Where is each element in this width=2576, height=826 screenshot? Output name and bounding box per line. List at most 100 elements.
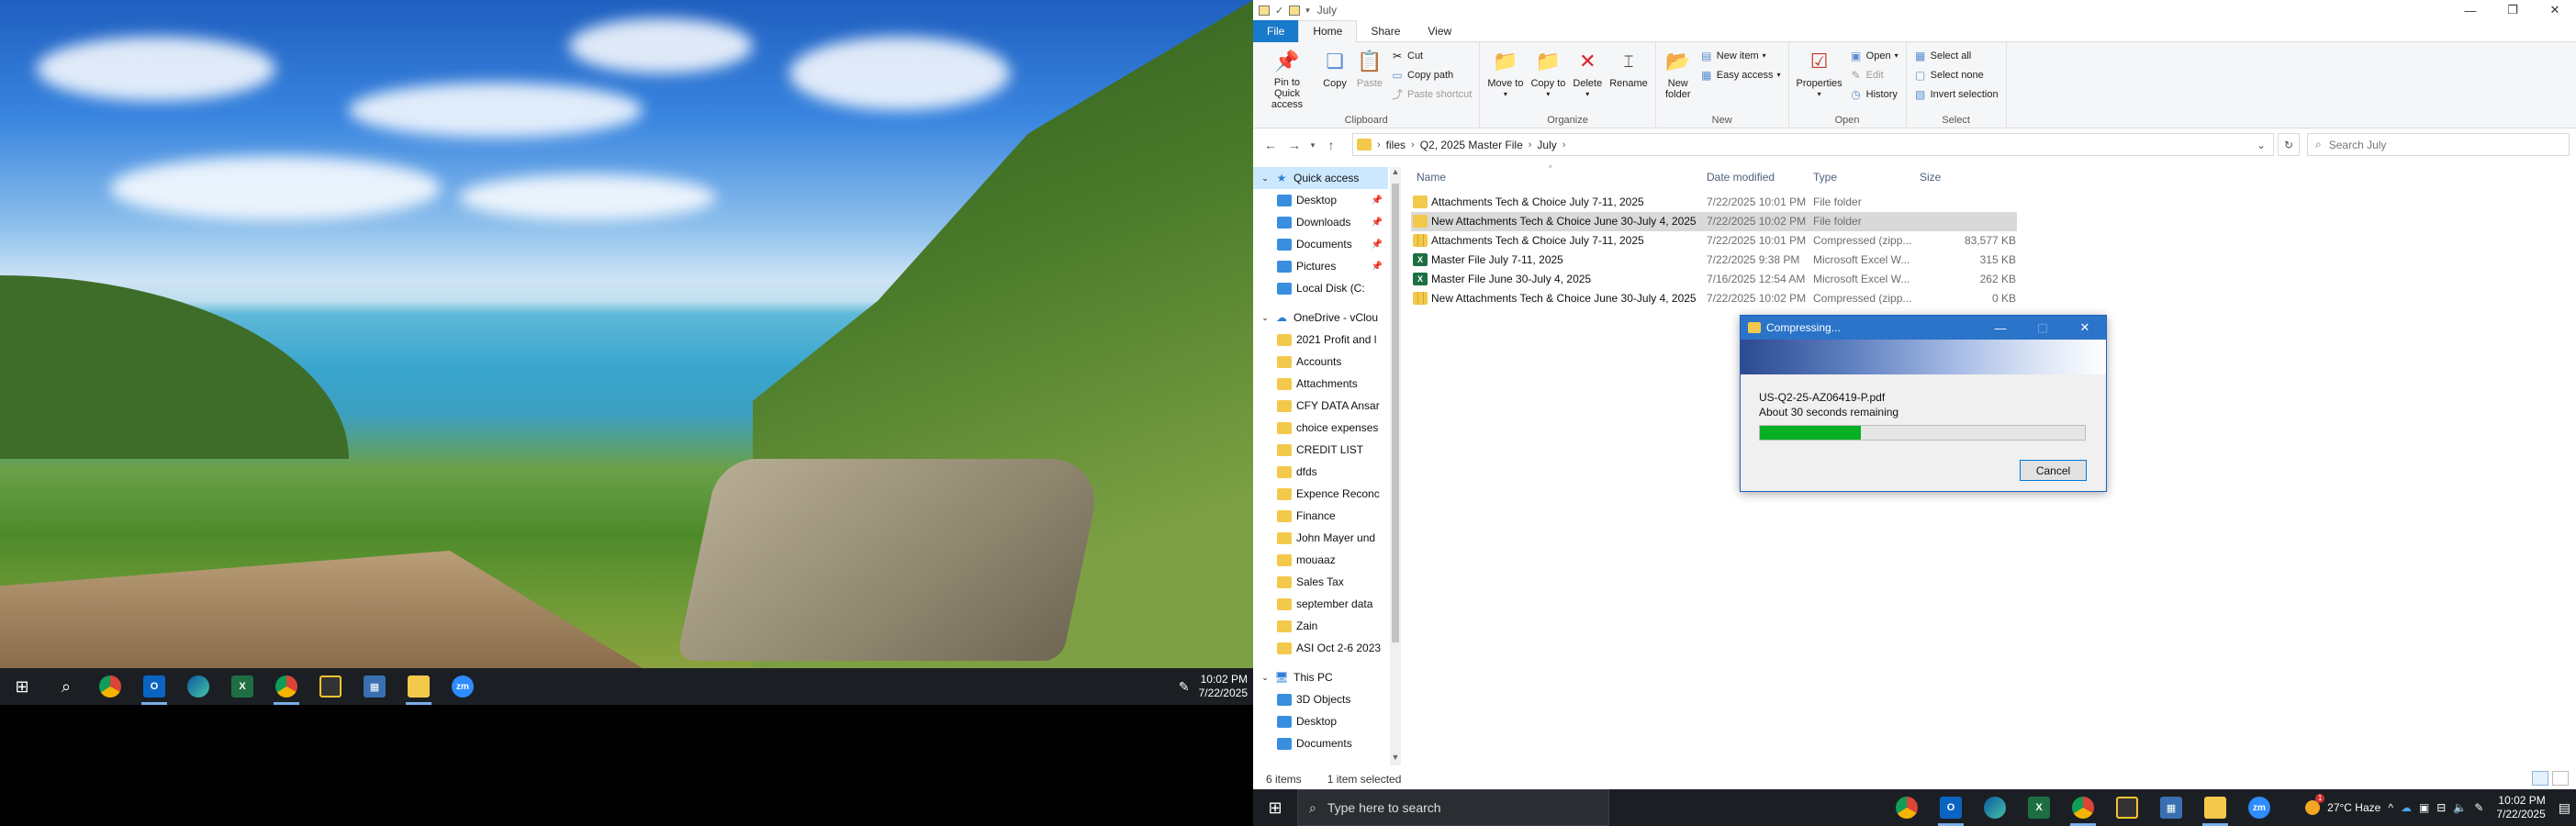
- nav-quick-access[interactable]: ⌄ ★ Quick access: [1253, 167, 1388, 189]
- file-explorer-taskbar-button[interactable]: [2193, 789, 2237, 826]
- left-clock[interactable]: 10:02 PM 7/22/2025: [1199, 673, 1248, 700]
- easy-access-button[interactable]: ▦ Easy access ▾: [1700, 67, 1780, 83]
- edit-button[interactable]: ✎ Edit: [1850, 67, 1898, 83]
- copy-path-button[interactable]: ▭ Copy path: [1391, 67, 1472, 83]
- column-size[interactable]: Size: [1920, 171, 1941, 184]
- nav-onedrive-item-0[interactable]: 2021 Profit and l: [1253, 329, 1388, 351]
- cut-button[interactable]: ✂ Cut: [1391, 48, 1472, 63]
- start-button[interactable]: ⊞: [1253, 789, 1297, 826]
- maximize-button[interactable]: ❐: [2492, 0, 2534, 20]
- nav-quick-item-4[interactable]: Local Disk (C:: [1253, 277, 1388, 299]
- back-button[interactable]: ←: [1259, 132, 1282, 158]
- taskbar-search-box[interactable]: ⌕ Type here to search: [1297, 789, 1609, 826]
- breadcrumb-master-file[interactable]: Q2, 2025 Master File: [1420, 139, 1523, 151]
- column-name[interactable]: Name: [1417, 171, 1446, 184]
- meet-now-icon[interactable]: ▣: [2419, 801, 2429, 814]
- nav-onedrive-item-14[interactable]: ASI Oct 2-6 2023: [1253, 637, 1388, 659]
- right-clock[interactable]: 10:02 PM 7/22/2025: [2496, 794, 2545, 821]
- tab-view[interactable]: View: [1414, 20, 1465, 42]
- properties-button[interactable]: ☑ Properties ▾: [1793, 46, 1846, 112]
- nav-onedrive-item-9[interactable]: John Mayer und: [1253, 527, 1388, 549]
- move-to-button[interactable]: 📁 Move to ▾: [1484, 46, 1527, 112]
- nav-this-pc[interactable]: ⌄ 🖥 This PC: [1253, 666, 1388, 688]
- nav-onedrive-item-2[interactable]: Attachments: [1253, 373, 1388, 395]
- minimize-button[interactable]: —: [2449, 0, 2492, 20]
- nav-onedrive-item-13[interactable]: Zain: [1253, 615, 1388, 637]
- tab-share[interactable]: Share: [1357, 20, 1414, 42]
- nav-onedrive-item-3[interactable]: CFY DATA Ansar: [1253, 395, 1388, 417]
- up-button[interactable]: ↑: [1319, 132, 1343, 158]
- weather-text[interactable]: 27°C Haze: [2327, 801, 2380, 814]
- nav-onedrive-item-7[interactable]: Expence Reconc: [1253, 483, 1388, 505]
- paste-button[interactable]: 📋 Paste: [1352, 46, 1387, 112]
- file-row[interactable]: X Master File July 7-11, 2025 7/22/2025 9:…: [1411, 251, 2576, 270]
- network-icon[interactable]: ⊟: [2436, 801, 2446, 814]
- new-item-button[interactable]: ▤ New item ▾: [1700, 48, 1781, 63]
- rename-button[interactable]: ⌶ Rename: [1606, 46, 1652, 112]
- zoom-taskbar-button[interactable]: zm: [441, 668, 485, 705]
- nav-onedrive-item-11[interactable]: Sales Tax: [1253, 571, 1388, 593]
- nav-quick-item-1[interactable]: Downloads 📌: [1253, 211, 1388, 233]
- edge-taskbar-button[interactable]: [1973, 789, 2017, 826]
- forward-button[interactable]: →: [1282, 132, 1306, 158]
- dialog-close-button[interactable]: ✕: [2064, 316, 2106, 340]
- tab-file[interactable]: File: [1253, 19, 1299, 42]
- invert-selection-button[interactable]: ▧ Invert selection: [1914, 86, 1999, 102]
- properties-qa-icon[interactable]: ✓: [1275, 5, 1283, 17]
- chrome-taskbar-button[interactable]: [1885, 789, 1929, 826]
- select-none-button[interactable]: ▢ Select none: [1914, 67, 1999, 83]
- chrome-profile-taskbar-button[interactable]: [264, 668, 308, 705]
- open-button[interactable]: ▣ Open ▾: [1850, 48, 1898, 63]
- tab-home[interactable]: Home: [1298, 19, 1358, 42]
- nav-onedrive-item-8[interactable]: Finance: [1253, 505, 1388, 527]
- start-button[interactable]: ⊞: [0, 668, 44, 705]
- sticky-notes-taskbar-button[interactable]: [2105, 789, 2149, 826]
- nav-quick-item-3[interactable]: Pictures 📌: [1253, 255, 1388, 277]
- weather-icon[interactable]: [2305, 794, 2325, 815]
- nav-onedrive-item-10[interactable]: mouaaz: [1253, 549, 1388, 571]
- sticky-notes-taskbar-button[interactable]: [308, 668, 353, 705]
- new-folder-qa-icon[interactable]: [1289, 5, 1301, 16]
- breadcrumb-july[interactable]: July: [1537, 139, 1556, 151]
- file-explorer-taskbar-button[interactable]: [397, 668, 441, 705]
- nav-pc-item-0[interactable]: 3D Objects: [1253, 688, 1388, 710]
- new-folder-button[interactable]: 📂 New folder: [1660, 46, 1697, 112]
- search-input[interactable]: ⌕ Search July: [2307, 133, 2570, 156]
- volume-icon[interactable]: 🔈: [2453, 801, 2467, 814]
- details-view-button[interactable]: [2532, 771, 2548, 786]
- refresh-button[interactable]: ↻: [2278, 133, 2300, 156]
- copy-button[interactable]: ❏ Copy: [1317, 46, 1352, 112]
- nav-pc-item-1[interactable]: Desktop: [1253, 710, 1388, 732]
- history-button[interactable]: ◷ History: [1850, 86, 1898, 102]
- nav-onedrive-item-6[interactable]: dfds: [1253, 461, 1388, 483]
- calculator-taskbar-button[interactable]: ▦: [353, 668, 397, 705]
- zoom-taskbar-button[interactable]: zm: [2237, 789, 2281, 826]
- select-all-button[interactable]: ▦ Select all: [1914, 48, 1999, 63]
- file-row[interactable]: Attachments Tech & Choice July 7-11, 202…: [1411, 193, 2576, 212]
- copy-to-button[interactable]: 📁 Copy to ▾: [1527, 46, 1569, 112]
- excel-taskbar-button[interactable]: X: [2017, 789, 2061, 826]
- outlook-taskbar-button[interactable]: O: [132, 668, 176, 705]
- chevron-down-icon[interactable]: ▾: [1305, 6, 1310, 16]
- nav-onedrive-item-4[interactable]: choice expenses: [1253, 417, 1388, 439]
- cancel-button[interactable]: Cancel: [2020, 460, 2087, 481]
- file-row[interactable]: New Attachments Tech & Choice June 30-Ju…: [1411, 289, 2576, 308]
- dialog-minimize-button[interactable]: —: [1979, 316, 2022, 340]
- pin-to-quick-access-button[interactable]: 📌 Pin to Quick access: [1257, 46, 1317, 112]
- edge-taskbar-button[interactable]: [176, 668, 220, 705]
- recent-locations-button[interactable]: ▾: [1306, 132, 1319, 158]
- nav-quick-item-2[interactable]: Documents 📌: [1253, 233, 1388, 255]
- nav-pc-item-2[interactable]: Documents: [1253, 732, 1388, 754]
- nav-quick-item-0[interactable]: Desktop 📌: [1253, 189, 1388, 211]
- scroll-down-icon[interactable]: ▼: [1390, 753, 1401, 765]
- onedrive-tray-icon[interactable]: ☁: [2401, 801, 2412, 814]
- nav-onedrive[interactable]: ⌄ ☁ OneDrive - vClou: [1253, 307, 1388, 329]
- delete-button[interactable]: ✕ Delete ▾: [1569, 46, 1606, 112]
- excel-taskbar-button[interactable]: X: [220, 668, 264, 705]
- pen-icon[interactable]: ✎: [2474, 801, 2483, 814]
- pen-icon[interactable]: ✎: [1179, 679, 1190, 695]
- address-path[interactable]: › files › Q2, 2025 Master File › July › …: [1352, 133, 2274, 156]
- search-button[interactable]: ⌕: [44, 668, 88, 705]
- file-row[interactable]: Attachments Tech & Choice July 7-11, 202…: [1411, 231, 2576, 251]
- close-button[interactable]: ✕: [2534, 0, 2576, 20]
